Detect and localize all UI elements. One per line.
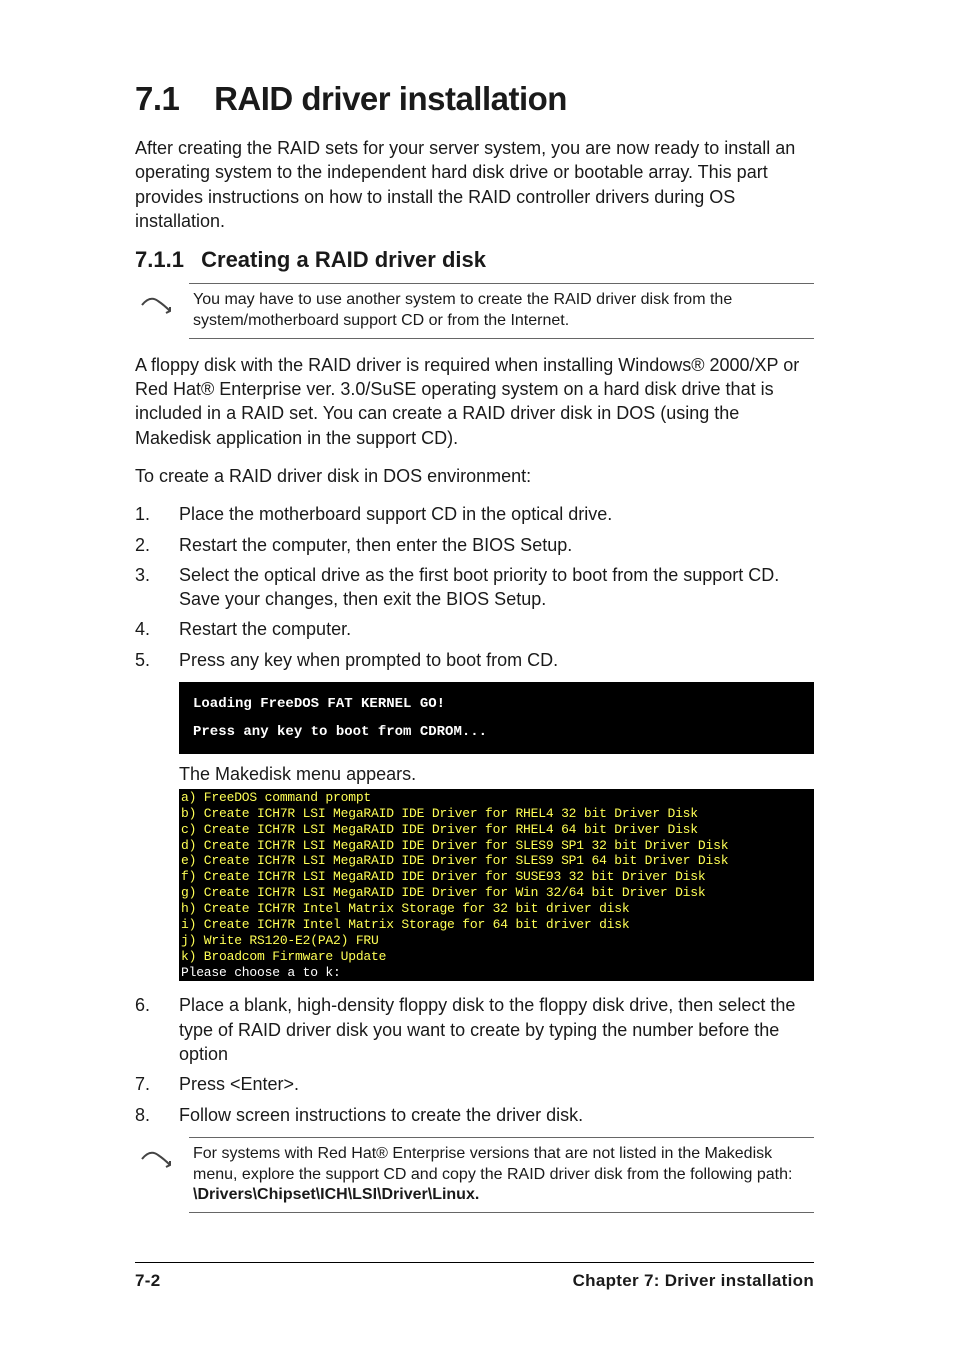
menu-line: h) Create ICH7R Intel Matrix Storage for…	[181, 901, 812, 917]
chapter-label: Chapter 7: Driver installation	[573, 1271, 814, 1291]
step-8: 8.Follow screen instructions to create t…	[135, 1103, 814, 1127]
note-icon	[135, 1137, 179, 1213]
menu-line: e) Create ICH7R LSI MegaRAID IDE Driver …	[181, 853, 812, 869]
page-number: 7-2	[135, 1271, 160, 1291]
step-1: 1.Place the motherboard support CD in th…	[135, 502, 814, 526]
menu-caption: The Makedisk menu appears.	[179, 764, 814, 785]
step-6: 6.Place a blank, high-density floppy dis…	[135, 993, 814, 1066]
subsection-title: Creating a RAID driver disk	[201, 247, 486, 272]
menu-line: k) Broadcom Firmware Update	[181, 949, 812, 965]
menu-line: a) FreeDOS command prompt	[181, 790, 812, 806]
page-footer: 7-2 Chapter 7: Driver installation	[135, 1262, 814, 1291]
page: 7.1 RAID driver installation After creat…	[0, 0, 954, 1351]
terminal-box: Loading FreeDOS FAT KERNEL GO! Press any…	[179, 682, 814, 754]
paragraph-floppy: A floppy disk with the RAID driver is re…	[135, 353, 814, 450]
steps-list-1: 1.Place the motherboard support CD in th…	[135, 502, 814, 672]
step-4: 4.Restart the computer.	[135, 617, 814, 641]
subsection-heading: 7.1.1 Creating a RAID driver disk	[135, 247, 814, 273]
paragraph-dos: To create a RAID driver disk in DOS envi…	[135, 464, 814, 488]
menu-line: i) Create ICH7R Intel Matrix Storage for…	[181, 917, 812, 933]
section-title: 7.1 RAID driver installation	[135, 80, 814, 118]
step-5: 5.Press any key when prompted to boot fr…	[135, 648, 814, 672]
intro-paragraph: After creating the RAID sets for your se…	[135, 136, 814, 233]
note-icon	[135, 283, 179, 339]
note-block-2: For systems with Red Hat® Enterprise ver…	[135, 1137, 814, 1213]
note-text-2: For systems with Red Hat® Enterprise ver…	[189, 1137, 814, 1213]
menu-line: b) Create ICH7R LSI MegaRAID IDE Driver …	[181, 806, 812, 822]
note-text-1: You may have to use another system to cr…	[189, 283, 814, 339]
menu-line: c) Create ICH7R LSI MegaRAID IDE Driver …	[181, 822, 812, 838]
menu-line: j) Write RS120-E2(PA2) FRU	[181, 933, 812, 949]
steps-list-2: 6.Place a blank, high-density floppy dis…	[135, 993, 814, 1126]
menu-line: g) Create ICH7R LSI MegaRAID IDE Driver …	[181, 885, 812, 901]
makedisk-menu: a) FreeDOS command prompt b) Create ICH7…	[179, 789, 814, 981]
note-block-1: You may have to use another system to cr…	[135, 283, 814, 339]
menu-line: f) Create ICH7R LSI MegaRAID IDE Driver …	[181, 869, 812, 885]
menu-prompt: Please choose a to k:	[181, 965, 812, 981]
step-7: 7.Press <Enter>.	[135, 1072, 814, 1096]
step-3: 3.Select the optical drive as the first …	[135, 563, 814, 612]
step-2: 2.Restart the computer, then enter the B…	[135, 533, 814, 557]
driver-path: \Drivers\Chipset\ICH\LSI\Driver\Linux.	[193, 1186, 479, 1203]
subsection-number: 7.1.1	[135, 247, 195, 273]
menu-line: d) Create ICH7R LSI MegaRAID IDE Driver …	[181, 838, 812, 854]
section-number: 7.1	[135, 80, 179, 117]
section-name: RAID driver installation	[214, 80, 567, 117]
